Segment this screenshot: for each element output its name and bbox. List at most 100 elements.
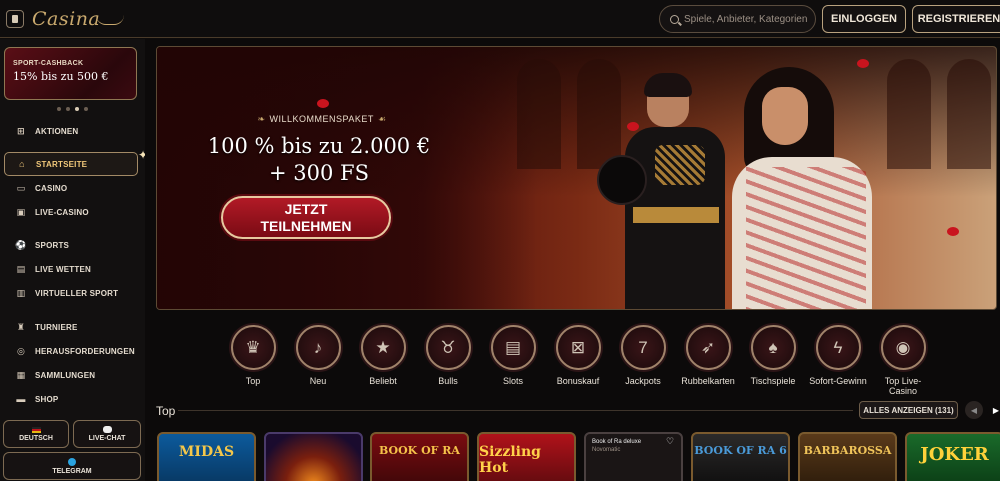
promo-carousel-dots — [57, 107, 88, 111]
category-label: Tischspiele — [750, 376, 796, 386]
telegram-button[interactable]: TELEGRAM — [3, 452, 141, 480]
shop-icon: ▬ — [16, 393, 26, 404]
game-title: MIDAS — [178, 444, 235, 460]
category-sofort-gewinn[interactable]: ϟ Sofort-Gewinn — [807, 325, 869, 386]
arena-arch — [947, 59, 991, 169]
game-tile-unknown[interactable] — [264, 432, 363, 481]
game-tile-book-of-ra-6[interactable]: BOOK OF RA 6 — [691, 432, 790, 481]
sidebar-item-startseite[interactable]: ⌂ STARTSEITE ✦ — [4, 148, 148, 176]
nav-group-casino: ⌂ STARTSEITE ✦ ▭ CASINO ▣ LIVE-CASINO — [0, 148, 148, 224]
sidebar-item-virtueller-sport[interactable]: ▥ VIRTUELLER SPORT — [0, 281, 145, 305]
bull-icon: ♉ — [425, 325, 471, 370]
nav-group-promotions: ⊞ AKTIONEN — [0, 119, 145, 143]
sidebar-item-label: HERAUSFORDERUNGEN — [35, 346, 135, 356]
rocket-icon: ➶ — [685, 325, 731, 370]
rose-petal — [627, 122, 639, 131]
man-hair — [644, 73, 692, 97]
category-rubbelkarten[interactable]: ➶ Rubbelkarten — [677, 325, 739, 386]
sidebar-item-label: LIVE-CASINO — [35, 207, 89, 217]
sidebar: SPORT-CASHBACK 15% bis zu 500 € ⊞ AKTIONE… — [0, 39, 148, 481]
carousel-dot-active[interactable] — [75, 107, 79, 111]
category-bulls[interactable]: ♉ Bulls — [417, 325, 479, 386]
language-button[interactable]: DEUTSCH — [3, 420, 69, 448]
star-icon: ★ — [360, 325, 406, 370]
sidebar-item-sports[interactable]: ⚽ SPORTS — [0, 233, 145, 257]
logo[interactable]: Casina — [32, 8, 125, 30]
rose-petal — [947, 227, 959, 236]
game-title: Book of Ra deluxe — [592, 439, 642, 445]
sidebar-item-label: AKTIONEN — [35, 126, 79, 136]
category-slots[interactable]: ▤ Slots — [482, 325, 544, 386]
sidebar-item-label: SPORTS — [35, 240, 70, 250]
sidebar-item-live-casino[interactable]: ▣ LIVE-CASINO — [0, 200, 145, 224]
scroll-right-button[interactable]: ▶ — [987, 401, 1000, 419]
german-flag-icon — [31, 426, 41, 433]
search-placeholder: Spiele, Anbieter, Kategorien — [684, 13, 808, 25]
live-chat-label: LIVE-CHAT — [88, 435, 126, 442]
cta-line: TEILNEHMEN — [260, 217, 352, 234]
sidebar-item-shop[interactable]: ▬ SHOP — [0, 387, 145, 411]
promo-subtitle: SPORT-CASHBACK — [13, 60, 84, 67]
sidebar-item-casino[interactable]: ▭ CASINO — [0, 176, 145, 200]
game-tile-joker[interactable]: JOKER — [905, 432, 1000, 481]
woman-dress-pattern — [746, 167, 866, 309]
sidebar-item-label: STARTSEITE — [36, 159, 88, 169]
join-now-button[interactable]: JETZT TEILNEHMEN — [221, 196, 391, 239]
game-provider: Novomatic — [592, 447, 621, 453]
live-bet-icon: ▤ — [16, 263, 26, 274]
carousel-dot[interactable] — [57, 107, 61, 111]
nav-group-extras: ♜ TURNIERE ◎ HERAUSFORDERUNGEN ▦ SAMMLUNGEN… — [0, 315, 145, 411]
sidebar-item-label: SAMMLUNGEN — [35, 370, 96, 380]
sidebar-toggle-button[interactable] — [6, 9, 24, 28]
game-tile-midas[interactable]: MIDAS — [157, 432, 256, 481]
game-tile-book-of-ra-magic[interactable]: BOOK OF RA — [370, 432, 469, 481]
hero-title-line: 100 % bis zu 2.000 € — [207, 134, 431, 158]
game-tile-barbarossa[interactable]: BARBAROSSA — [798, 432, 897, 481]
ornament-icon: ☙ — [377, 114, 387, 124]
chip-icon: ◉ — [880, 325, 926, 370]
game-title: JOKER — [920, 444, 989, 465]
game-tile-book-of-ra-deluxe[interactable]: Book of Ra deluxe Novomatic ♡ — [584, 432, 683, 481]
trophy-icon: ♜ — [16, 321, 26, 332]
game-tile-sizzling-hot[interactable]: Sizzling Hot — [477, 432, 576, 481]
game-title: BOOK OF RA — [379, 444, 460, 457]
sidebar-item-herausforderungen[interactable]: ◎ HERAUSFORDERUNGEN — [0, 339, 145, 363]
sidebar-item-label: VIRTUELLER SPORT — [35, 288, 119, 298]
hat-image — [597, 155, 647, 205]
collection-icon: ▦ — [16, 369, 26, 380]
crown-icon: ♛ — [230, 325, 276, 370]
category-bonuskauf[interactable]: ⊠ Bonuskauf — [547, 325, 609, 386]
favorite-heart-icon[interactable]: ♡ — [666, 438, 675, 447]
category-label: Neu — [309, 376, 327, 386]
search-input[interactable]: Spiele, Anbieter, Kategorien — [659, 5, 816, 33]
category-top[interactable]: ♛ Top — [222, 325, 284, 386]
register-button[interactable]: REGISTRIEREN — [912, 5, 1000, 33]
category-label: Bonuskauf — [556, 376, 600, 386]
sidebar-item-live-wetten[interactable]: ▤ LIVE WETTEN — [0, 257, 145, 281]
category-neu[interactable]: ♪ Neu — [287, 325, 349, 386]
live-chat-button[interactable]: LIVE-CHAT — [73, 420, 141, 448]
category-label: Sofort-Gewinn — [809, 376, 867, 386]
home-icon: ⌂ — [19, 158, 25, 169]
category-jackpots[interactable]: 7 Jackpots — [612, 325, 674, 386]
carousel-dot[interactable] — [66, 107, 70, 111]
category-top-live-casino[interactable]: ◉ Top Live-Casino — [872, 325, 934, 396]
category-beliebt[interactable]: ★ Beliebt — [352, 325, 414, 386]
sidebar-item-turniere[interactable]: ♜ TURNIERE — [0, 315, 145, 339]
category-label: Top Live-Casino — [884, 376, 922, 396]
playing-cards-icon: ♠ — [750, 325, 796, 370]
sidebar-item-aktionen[interactable]: ⊞ AKTIONEN — [0, 119, 145, 143]
lightning-icon: ϟ — [815, 325, 861, 370]
scroll-left-button[interactable]: ◀ — [965, 401, 983, 419]
sidebar-item-sammlungen[interactable]: ▦ SAMMLUNGEN — [0, 363, 145, 387]
hero-banner[interactable]: ❧ WILLKOMMENSPAKET ☙ 100 % bis zu 2.000 € … — [156, 46, 997, 310]
gift-box-icon: ⊠ — [555, 325, 601, 370]
category-tischspiele[interactable]: ♠ Tischspiele — [742, 325, 804, 386]
live-icon: ▣ — [16, 206, 26, 217]
promo-banner[interactable]: SPORT-CASHBACK 15% bis zu 500 € — [4, 47, 137, 100]
game-info: Book of Ra deluxe Novomatic — [592, 438, 641, 454]
carousel-dot[interactable] — [84, 107, 88, 111]
login-button[interactable]: EINLOGGEN — [822, 5, 906, 33]
rose-petal — [317, 99, 329, 108]
show-all-button[interactable]: ALLES ANZEIGEN (131) — [859, 401, 958, 419]
